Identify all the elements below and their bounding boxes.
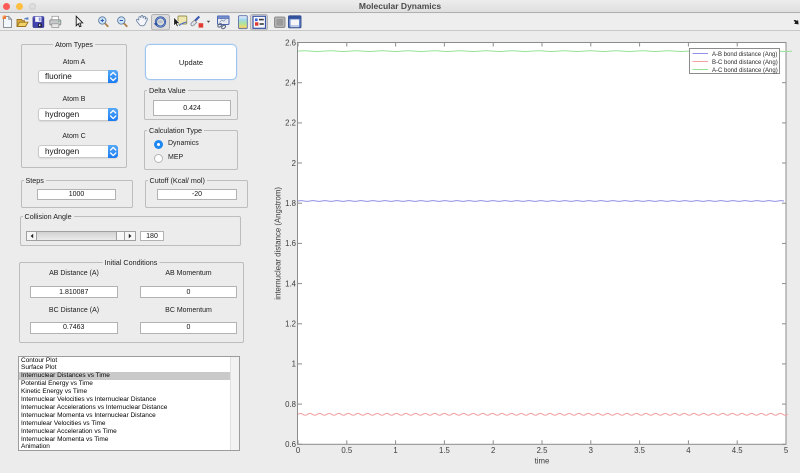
svg-text:B-C bond distance (Ang): B-C bond distance (Ang) [712, 60, 778, 66]
svg-text:0.8: 0.8 [285, 400, 296, 409]
svg-text:A-C bond distance (Ang): A-C bond distance (Ang) [712, 68, 778, 74]
svg-text:internuclear distance (Angstro: internuclear distance (Angstrom) [274, 187, 283, 300]
svg-text:2.4: 2.4 [285, 79, 297, 88]
svg-text:4: 4 [686, 446, 691, 455]
svg-text:1.4: 1.4 [285, 279, 297, 288]
svg-text:0: 0 [296, 446, 301, 455]
svg-text:time: time [535, 457, 550, 466]
svg-text:A-B bond distance (Ang): A-B bond distance (Ang) [712, 52, 777, 58]
svg-text:3.5: 3.5 [634, 446, 646, 455]
svg-text:5: 5 [784, 446, 789, 455]
svg-text:1.5: 1.5 [439, 446, 451, 455]
svg-text:1.2: 1.2 [285, 320, 296, 329]
svg-text:0.6: 0.6 [285, 440, 296, 449]
svg-text:2: 2 [292, 159, 296, 168]
svg-text:2.6: 2.6 [285, 38, 296, 47]
svg-text:3: 3 [589, 446, 593, 455]
svg-text:2.2: 2.2 [285, 119, 296, 128]
svg-text:2: 2 [491, 446, 495, 455]
svg-text:0.5: 0.5 [341, 446, 353, 455]
svg-text:1.6: 1.6 [285, 239, 296, 248]
svg-text:1: 1 [292, 360, 296, 369]
svg-text:1: 1 [393, 446, 397, 455]
svg-text:4.5: 4.5 [732, 446, 744, 455]
svg-text:1.8: 1.8 [285, 199, 296, 208]
svg-text:2.5: 2.5 [537, 446, 549, 455]
